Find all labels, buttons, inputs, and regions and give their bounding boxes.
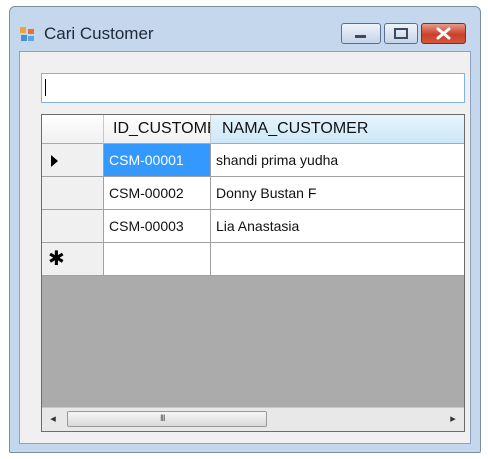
- maximize-icon: [394, 28, 408, 39]
- scrollbar-thumb[interactable]: III: [67, 411, 267, 427]
- table-row[interactable]: CSM-00001 shandi prima yudha: [42, 144, 464, 177]
- cell-id-customer[interactable]: CSM-00001: [104, 144, 211, 177]
- row-header[interactable]: [42, 210, 104, 243]
- minimize-button[interactable]: [341, 23, 381, 44]
- cell-id-customer[interactable]: CSM-00003: [104, 210, 211, 243]
- row-header[interactable]: [42, 177, 104, 210]
- form-client-area: ID_CUSTOMER NAMA_CUSTOMER CSM-00001 shan…: [19, 51, 471, 444]
- new-row[interactable]: ✱: [42, 243, 464, 276]
- row-header[interactable]: [42, 144, 104, 177]
- cell-nama-customer[interactable]: Donny Bustan F: [211, 177, 464, 210]
- form-icon: [20, 27, 34, 41]
- cell-nama-customer[interactable]: Lia Anastasia: [211, 210, 464, 243]
- close-icon: [436, 27, 451, 40]
- cell-id-customer-new[interactable]: [104, 243, 211, 276]
- scroll-left-arrow-icon[interactable]: ◂: [45, 411, 61, 427]
- column-header-id-customer[interactable]: ID_CUSTOMER: [104, 115, 211, 144]
- close-button[interactable]: [421, 23, 466, 44]
- grid-corner-header[interactable]: [42, 115, 104, 144]
- scrollbar-grip-icon: III: [160, 413, 165, 423]
- customer-data-grid[interactable]: ID_CUSTOMER NAMA_CUSTOMER CSM-00001 shan…: [41, 114, 465, 432]
- cell-id-customer[interactable]: CSM-00002: [104, 177, 211, 210]
- title-bar[interactable]: Cari Customer: [10, 7, 480, 53]
- column-header-nama-customer[interactable]: NAMA_CUSTOMER: [211, 115, 464, 144]
- table-row[interactable]: CSM-00003 Lia Anastasia: [42, 210, 464, 243]
- row-header[interactable]: ✱: [42, 243, 104, 276]
- horizontal-scrollbar[interactable]: ◂ III ▸: [42, 407, 464, 431]
- cell-nama-customer-new[interactable]: [211, 243, 464, 276]
- current-row-indicator-icon: [51, 155, 58, 167]
- text-caret: [45, 79, 46, 96]
- minimize-icon: [355, 35, 366, 38]
- new-row-asterisk-icon: ✱: [48, 248, 65, 270]
- search-input[interactable]: [41, 73, 465, 103]
- window-title: Cari Customer: [44, 24, 154, 43]
- cari-customer-window: Cari Customer ID_CUSTOMER NAMA_CUSTOMER: [9, 6, 481, 453]
- cell-nama-customer[interactable]: shandi prima yudha: [211, 144, 464, 177]
- maximize-button[interactable]: [384, 23, 418, 44]
- table-row[interactable]: CSM-00002 Donny Bustan F: [42, 177, 464, 210]
- scroll-right-arrow-icon[interactable]: ▸: [445, 411, 461, 427]
